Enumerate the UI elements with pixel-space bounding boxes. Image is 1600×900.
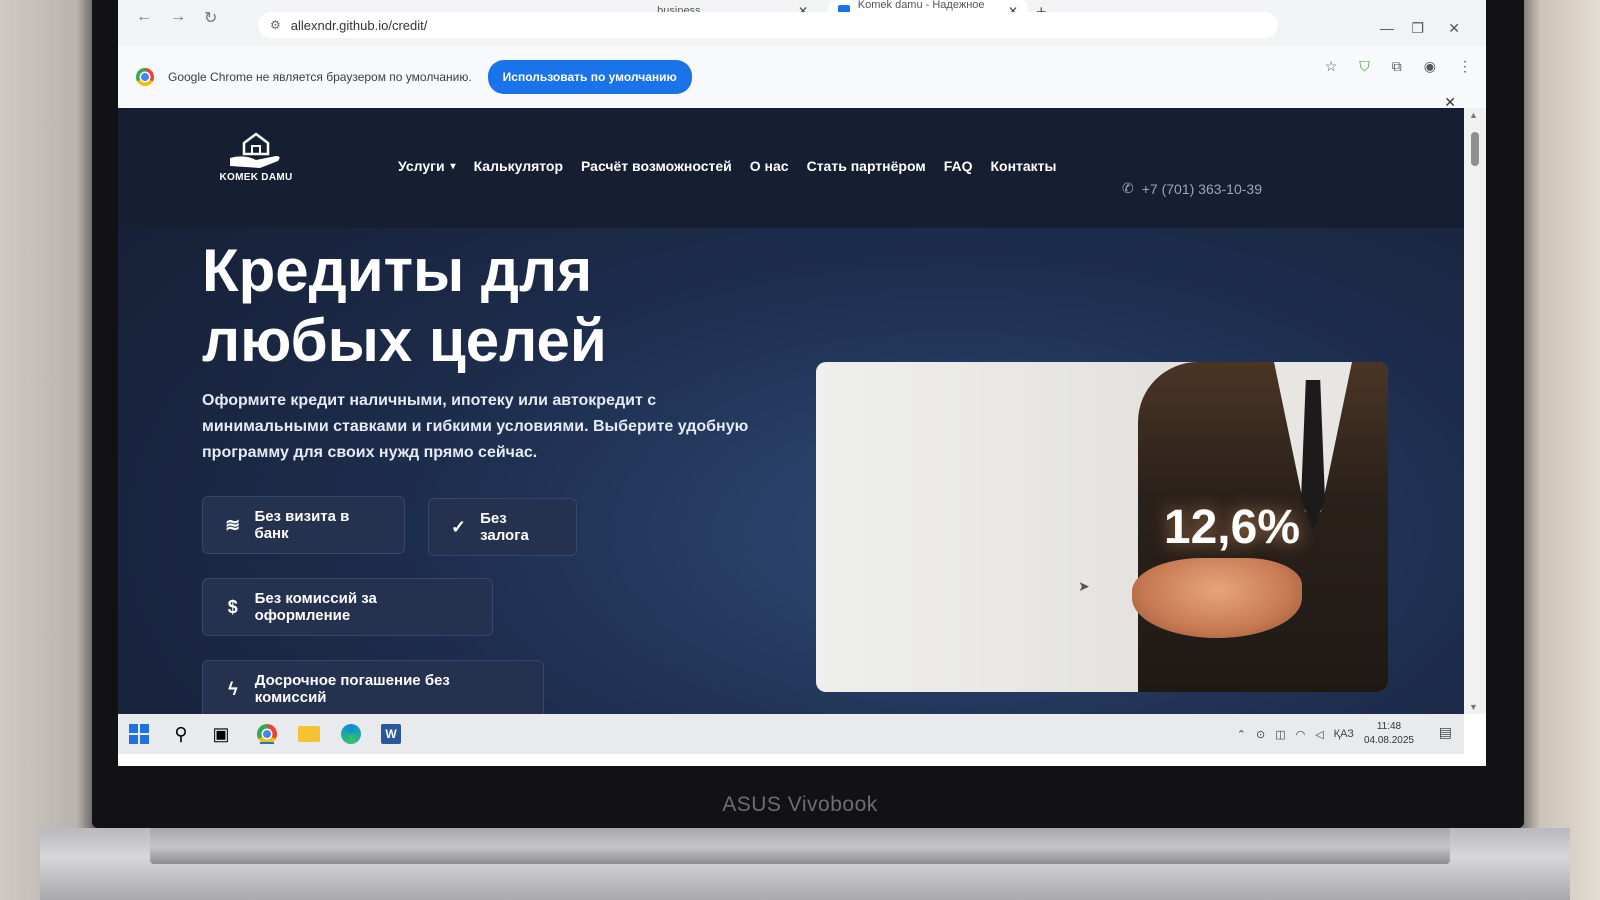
feature-no-fees[interactable]: $ Без комиссий за оформление [202,578,493,636]
site-info-icon[interactable]: ⚙ [270,18,281,32]
hero-title: Кредиты для любых целей [202,237,607,374]
logo-text: KOMEK DAMU [219,172,293,183]
address-bar[interactable]: ⚙ allexndr.github.io/credit/ [258,12,1278,38]
clock-date: 04.08.2025 [1363,735,1414,746]
feature-no-bank-visit[interactable]: ≋ Без визита в банк [202,496,405,554]
edge-icon [341,724,361,744]
scroll-down-icon[interactable]: ▼ [1469,702,1478,712]
scroll-up-icon[interactable]: ▲ [1469,110,1478,120]
chevron-down-icon: ▾ [450,160,456,172]
menu-item-calculator[interactable]: Калькулятор [474,158,563,174]
feature-label: Без комиссий за оформление [254,590,377,624]
close-window-icon[interactable]: ✕ [1448,20,1460,37]
infobar-message: Google Chrome не является браузером по у… [168,70,472,84]
promo-image: 12,6% ➤ [816,362,1388,692]
menu-item-contacts[interactable]: Контакты [990,158,1056,174]
promo-rate: 12,6% [1163,501,1300,554]
feature-label: Без визита в банк [254,508,350,542]
screen: ...business ✕ Komek damu - Надежное кред… [118,0,1486,766]
mouse-cursor-icon: ➤ [1078,578,1090,594]
volume-icon[interactable]: ◁ [1315,728,1323,741]
menu-item-capabilities[interactable]: Расчёт возможностей [581,158,732,174]
set-default-button[interactable]: Использовать по умолчанию [487,60,692,94]
wifi-icon[interactable]: ◠ [1296,728,1306,741]
feature-early-repayment[interactable]: ϟ Досрочное погашение без комиссий [202,660,544,714]
menu-item-about[interactable]: О нас [750,158,789,174]
windows-icon [129,724,149,744]
notifications-icon[interactable]: ▤ [1439,724,1452,741]
active-indicator [260,742,274,744]
clock[interactable]: 11:48 04.08.2025 [1364,720,1414,748]
site-header: KOMEK DAMU Услуги ▾ Калькулятор Расчёт в… [118,108,1464,228]
more-menu-icon[interactable]: ⋮ [1458,58,1472,75]
edge-taskbar-icon[interactable] [338,722,364,746]
scroll-thumb[interactable] [1471,132,1479,166]
feature-label: Без залога [480,510,529,544]
chrome-icon [257,724,277,744]
phone-link[interactable]: ✆ +7 (701) 363-10-39 [1122,180,1262,197]
toolbar-icons: ☆ ⛉ ⧉ ◉ ⋮ [1325,58,1472,75]
clock-time: 11:48 [1376,721,1402,732]
task-view-icon[interactable]: ▣ [208,722,234,746]
word-taskbar-icon[interactable]: W [378,722,404,746]
language-indicator[interactable]: ҚАЗ [1334,728,1354,740]
main-menu: Услуги ▾ Калькулятор Расчёт возможностей… [398,158,1056,174]
minimize-icon[interactable]: — [1380,20,1394,36]
file-explorer-icon[interactable] [296,722,322,746]
default-browser-infobar: Google Chrome не является браузером по у… [118,46,1486,110]
layers-icon: ≋ [225,514,241,535]
menu-item-partner[interactable]: Стать партнёром [807,158,926,174]
bookmark-star-icon[interactable]: ☆ [1325,58,1338,75]
open-hand [1132,558,1302,638]
hand-house-icon [230,132,280,168]
back-icon[interactable]: ← [136,8,152,26]
page-scrollbar[interactable]: ▲ ▼ [1464,108,1486,714]
start-button[interactable] [126,722,152,746]
word-icon: W [381,724,401,744]
windows-taskbar: ⚲ ▣ W ⌃ ⊙ ◫ ◠ ◁ ҚАЗ 11:48 04.08.2025 ▤ [118,714,1464,754]
website: KOMEK DAMU Услуги ▾ Калькулятор Расчёт в… [118,108,1464,714]
laptop-brand: ASUS Vivobook [722,793,878,816]
shield-icon[interactable]: ⛉ [1359,58,1370,75]
extensions-icon[interactable]: ⧉ [1392,58,1402,75]
search-icon[interactable]: ⚲ [168,722,194,746]
profile-icon[interactable]: ◉ [1424,58,1436,75]
phone-number: +7 (701) 363-10-39 [1141,180,1262,197]
menu-item-faq[interactable]: FAQ [944,158,973,174]
feature-no-collateral[interactable]: ✓ Без залога [428,498,577,556]
menu-label: Услуги [398,158,445,174]
folder-icon [298,726,320,742]
hero-description: Оформите кредит наличными, ипотеку или а… [202,392,749,461]
forward-icon[interactable]: → [170,8,186,26]
camera-icon[interactable]: ◫ [1275,728,1285,741]
lightning-icon: ϟ [228,678,238,699]
phone-icon: ✆ [1122,180,1134,196]
browser-tabbar: ...business ✕ Komek damu - Надежное кред… [118,0,1486,46]
check-circle-icon: ✓ [451,516,467,537]
feature-label: Досрочное погашение без комиссий [254,672,450,706]
site-logo[interactable]: KOMEK DAMU [214,130,298,183]
url-text: allexndr.github.io/credit/ [290,17,428,33]
location-icon[interactable]: ⊙ [1256,728,1265,741]
reload-icon[interactable]: ↻ [204,8,217,28]
chrome-icon [136,68,154,86]
restore-icon[interactable]: ❐ [1411,20,1424,37]
chrome-taskbar-icon[interactable] [254,722,280,746]
tray-overflow-icon[interactable]: ⌃ [1237,728,1246,741]
dollar-icon: $ [227,596,238,617]
menu-item-services[interactable]: Услуги ▾ [398,158,456,174]
system-tray: ⌃ ⊙ ◫ ◠ ◁ ҚАЗ 11:48 04.08.2025 [1237,720,1414,748]
